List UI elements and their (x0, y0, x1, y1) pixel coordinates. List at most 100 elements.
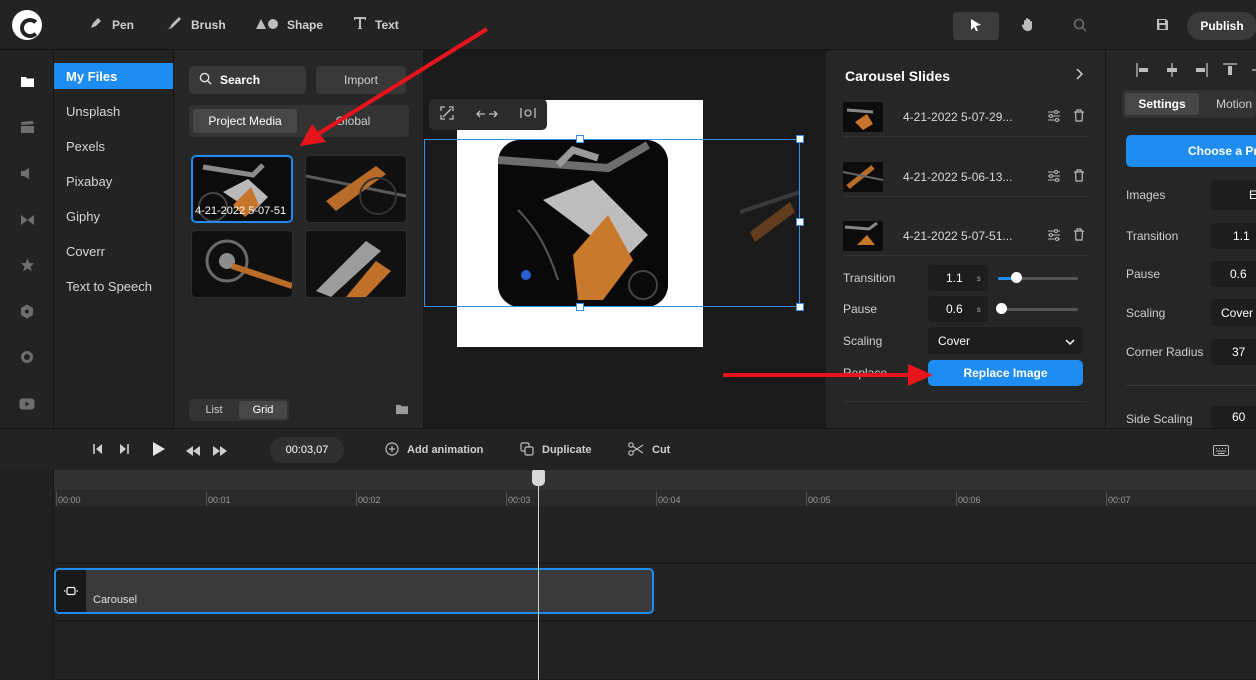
import-button[interactable]: Import (316, 66, 406, 94)
tab-project-media[interactable]: Project Media (193, 109, 297, 133)
source-coverr[interactable]: Coverr (54, 238, 173, 264)
zoom-button[interactable] (1057, 12, 1103, 40)
rail-transitions[interactable] (0, 206, 54, 236)
app-logo[interactable] (12, 10, 42, 40)
side-scaling-input[interactable]: 60 (1211, 406, 1256, 428)
save-button[interactable] (1140, 12, 1184, 40)
timeline-scrub-bar[interactable] (54, 470, 1256, 490)
pause-input[interactable]: 0.6 s (928, 296, 988, 322)
rail-audio[interactable] (0, 160, 54, 190)
choose-preset-button[interactable]: Choose a Pr (1126, 135, 1256, 167)
align-left-icon[interactable] (1135, 62, 1151, 78)
ruler-label: 00:05 (808, 495, 831, 505)
hand-tool-button[interactable] (1005, 12, 1051, 40)
trash-icon[interactable] (1073, 109, 1085, 125)
resize-handle-top-right[interactable] (796, 135, 804, 143)
resize-handle-top[interactable] (576, 135, 584, 143)
cut-button[interactable]: Cut (628, 441, 670, 458)
sliders-icon[interactable] (1047, 110, 1061, 125)
rail-record[interactable] (0, 344, 54, 374)
media-search-button[interactable]: Search (189, 66, 306, 94)
media-thumb-1[interactable]: 4-21-2022 5-07-51 (191, 155, 293, 223)
sliders-icon[interactable] (1047, 229, 1061, 244)
replace-image-button[interactable]: Replace Image (928, 360, 1083, 386)
carousel-clip[interactable]: Carousel (54, 568, 654, 614)
align-top-icon[interactable] (1222, 62, 1238, 78)
publish-button[interactable]: Publish (1187, 12, 1256, 40)
rail-files[interactable] (0, 68, 54, 98)
rail-elements[interactable] (0, 298, 54, 328)
slide-row[interactable]: 4-21-2022 5-06-13... (843, 157, 1088, 197)
media-thumb-4[interactable] (305, 230, 407, 298)
arrows-horizontal-icon[interactable] (476, 108, 498, 122)
tool-text[interactable]: Text (353, 0, 399, 50)
resize-handle-bottom-right[interactable] (796, 303, 804, 311)
trash-icon[interactable] (1073, 228, 1085, 244)
media-thumb-2[interactable] (305, 155, 407, 223)
trash-icon[interactable] (1073, 169, 1085, 185)
step-forward-button[interactable] (119, 443, 129, 458)
transition-input[interactable]: 1.1 (1211, 223, 1256, 249)
transition-slider-knob[interactable] (1010, 272, 1022, 283)
select-tool-button[interactable] (953, 12, 999, 40)
slide-thumb (843, 162, 883, 192)
tab-settings[interactable]: Settings (1125, 93, 1199, 115)
tool-pen[interactable]: Pen (88, 0, 134, 50)
folder-button[interactable] (395, 403, 409, 418)
duplicate-button[interactable]: Duplicate (520, 441, 592, 459)
tab-global[interactable]: Global (301, 109, 405, 133)
resize-handle-bottom[interactable] (576, 303, 584, 311)
align-center-icon[interactable] (1164, 62, 1180, 78)
add-animation-button[interactable]: Add animation (385, 441, 483, 458)
fit-width-icon[interactable] (520, 107, 536, 122)
bike-image (306, 231, 406, 297)
skip-start-button[interactable] (93, 443, 103, 458)
duplicate-icon (520, 441, 534, 459)
source-pixabay[interactable]: Pixabay (54, 168, 173, 194)
rail-favorites[interactable] (0, 252, 54, 282)
slide-row[interactable]: 4-21-2022 5-07-51... (843, 216, 1088, 256)
ruler-tick (56, 492, 57, 506)
source-text-to-speech[interactable]: Text to Speech (54, 273, 173, 299)
source-pexels[interactable]: Pexels (54, 133, 173, 159)
slide-row[interactable]: 4-21-2022 5-07-29... (843, 97, 1088, 137)
rewind-button[interactable] (186, 444, 200, 459)
scaling-select[interactable]: Cover (928, 327, 1083, 354)
rail-video[interactable] (0, 114, 54, 144)
scaling-select[interactable]: Cover (1211, 299, 1256, 326)
bowtie-icon (20, 213, 35, 230)
pause-slider[interactable] (998, 308, 1078, 311)
expand-icon[interactable] (440, 106, 454, 123)
fast-forward-button[interactable] (213, 444, 227, 459)
tool-shape[interactable]: Shape (255, 0, 323, 50)
tab-motion[interactable]: Motion (1202, 93, 1256, 115)
view-grid-button[interactable]: Grid (239, 401, 287, 419)
sliders-icon[interactable] (1047, 170, 1061, 185)
hand-icon (1021, 17, 1035, 35)
source-my-files[interactable]: My Files (54, 63, 173, 89)
collapse-panel-button[interactable] (1075, 68, 1084, 83)
pause-input[interactable]: 0.6 (1211, 261, 1256, 287)
pause-label: Pause (1126, 267, 1161, 281)
current-time-display[interactable]: 00:03,07 (270, 437, 344, 463)
timeline-track[interactable] (54, 622, 1256, 680)
align-right-icon[interactable] (1193, 62, 1209, 78)
ruler-tick (206, 492, 207, 506)
align-middle-icon[interactable] (1248, 62, 1256, 78)
view-list-button[interactable]: List (191, 401, 237, 419)
selection-box[interactable] (424, 139, 800, 307)
tool-brush[interactable]: Brush (165, 0, 226, 50)
images-edit-button[interactable]: E (1211, 180, 1256, 210)
play-button[interactable] (152, 441, 166, 460)
resize-handle-right[interactable] (796, 218, 804, 226)
playhead-handle[interactable] (532, 470, 545, 486)
source-giphy[interactable]: Giphy (54, 203, 173, 229)
rail-youtube[interactable] (0, 390, 54, 420)
hexagon-icon (20, 304, 34, 323)
media-thumb-3[interactable] (191, 230, 293, 298)
transition-input[interactable]: 1.1 s (928, 265, 988, 291)
source-unsplash[interactable]: Unsplash (54, 98, 173, 124)
timeline-track[interactable] (54, 506, 1256, 563)
corner-radius-input[interactable]: 37 (1211, 339, 1256, 365)
keyboard-shortcuts-button[interactable] (1213, 444, 1229, 459)
